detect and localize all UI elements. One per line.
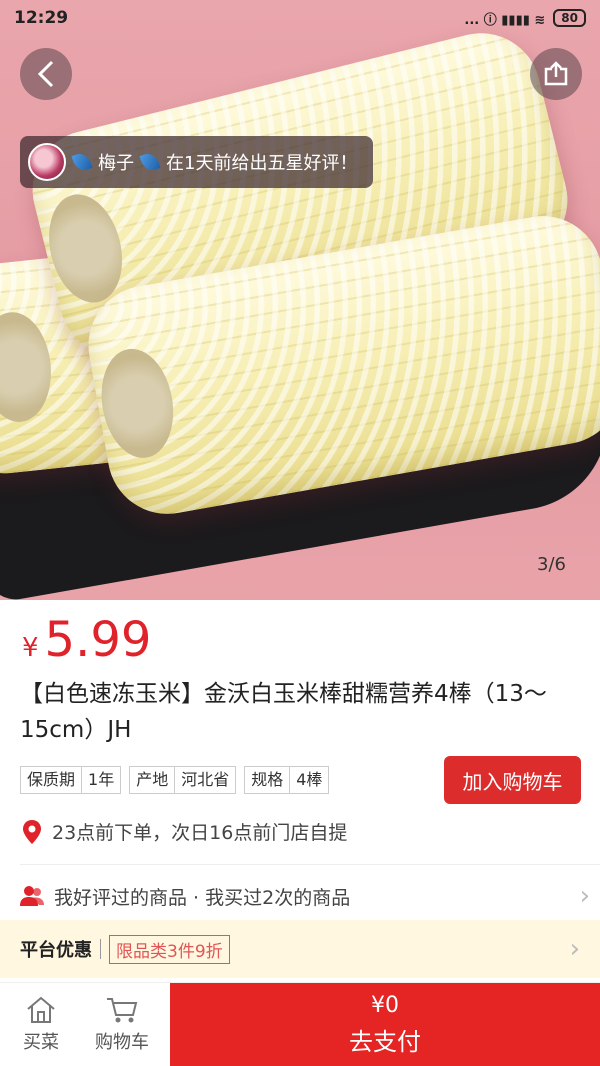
history-text: 我好评过的商品 · 我买过2次的商品 xyxy=(54,886,351,909)
price-value: 5.99 xyxy=(44,612,152,668)
back-arrow-icon xyxy=(37,60,54,88)
product-detail-page: 12:29 ... ⓘ ▮▮▮▮ ≋ 80 梅子 在1天前给出五星好评！ 3/6… xyxy=(0,0,600,1066)
spec-tags: 保质期 1年 产地 河北省 规格 4棒 xyxy=(20,766,330,794)
location-pin-icon xyxy=(23,819,41,844)
spec-tag-name: 产地 xyxy=(136,770,169,789)
share-button[interactable] xyxy=(530,48,582,100)
spec-tag: 产地 河北省 xyxy=(129,766,237,794)
divider xyxy=(20,864,600,865)
platform-promotion-row[interactable]: 平台优惠 限品类3件9折 › xyxy=(0,920,600,978)
delivery-text: 23点前下单，次日16点前门店自提 xyxy=(52,822,348,844)
tab-cart[interactable]: 购物车 xyxy=(86,983,158,1066)
share-icon xyxy=(544,61,568,86)
spec-tag-value: 河北省 xyxy=(174,767,235,793)
product-title: 【白色速冻玉米】金沃白玉米棒甜糯营养4棒（13～15cm）JH xyxy=(20,681,547,743)
status-indicators: ... ⓘ ▮▮▮▮ ≋ xyxy=(464,12,546,28)
back-button[interactable] xyxy=(20,48,72,100)
review-user: 梅子 xyxy=(98,153,134,174)
spec-tag-name: 规格 xyxy=(251,770,284,789)
checkout-button[interactable]: ¥0 去支付 xyxy=(170,983,600,1066)
users-icon xyxy=(20,886,44,906)
divider xyxy=(100,939,101,959)
avatar xyxy=(28,143,66,181)
add-to-cart-button[interactable]: 加入购物车 xyxy=(444,756,581,804)
chevron-right-icon: › xyxy=(569,934,580,964)
status-bar: 12:29 ... ⓘ ▮▮▮▮ ≋ 80 xyxy=(0,0,600,36)
battery-icon: 80 xyxy=(553,9,586,27)
delivery-info: 23点前下单，次日16点前门店自提 xyxy=(22,818,347,845)
review-toast: 梅子 在1天前给出五星好评！ xyxy=(20,136,374,188)
review-message: 在1天前给出五星好评！ xyxy=(166,153,358,174)
spec-tag: 规格 4棒 xyxy=(244,766,330,794)
cart-icon xyxy=(107,998,138,1023)
price: ¥ 5.99 xyxy=(22,612,151,668)
purchase-history-row[interactable]: 我好评过的商品 · 我买过2次的商品 › xyxy=(20,876,590,916)
bottom-bar: 买菜 购物车 ¥0 去支付 xyxy=(0,982,600,1066)
leaf-icon xyxy=(139,150,161,174)
checkout-label: 去支付 xyxy=(349,1028,421,1056)
spec-tag-name: 保质期 xyxy=(27,770,76,789)
spec-tag-value: 4棒 xyxy=(289,767,328,793)
price-symbol: ¥ xyxy=(22,633,39,663)
chevron-right-icon: › xyxy=(579,881,590,911)
promo-badge: 限品类3件9折 xyxy=(109,934,230,964)
product-image-gallery[interactable]: 12:29 ... ⓘ ▮▮▮▮ ≋ 80 梅子 在1天前给出五星好评！ 3/6 xyxy=(0,0,600,600)
spec-tag-value: 1年 xyxy=(81,767,120,793)
status-icons: ... ⓘ ▮▮▮▮ ≋ 80 xyxy=(464,9,586,28)
tab-cart-label: 购物车 xyxy=(95,1032,149,1053)
gallery-page-indicator: 3/6 xyxy=(537,554,566,575)
leaf-icon xyxy=(71,150,93,174)
tab-home[interactable]: 买菜 xyxy=(14,983,68,1066)
checkout-amount: ¥0 xyxy=(371,993,399,1018)
promo-label: 平台优惠 xyxy=(20,940,92,961)
home-icon xyxy=(27,996,55,1023)
status-time: 12:29 xyxy=(14,8,69,28)
spec-tag: 保质期 1年 xyxy=(20,766,122,794)
tab-home-label: 买菜 xyxy=(23,1032,59,1053)
